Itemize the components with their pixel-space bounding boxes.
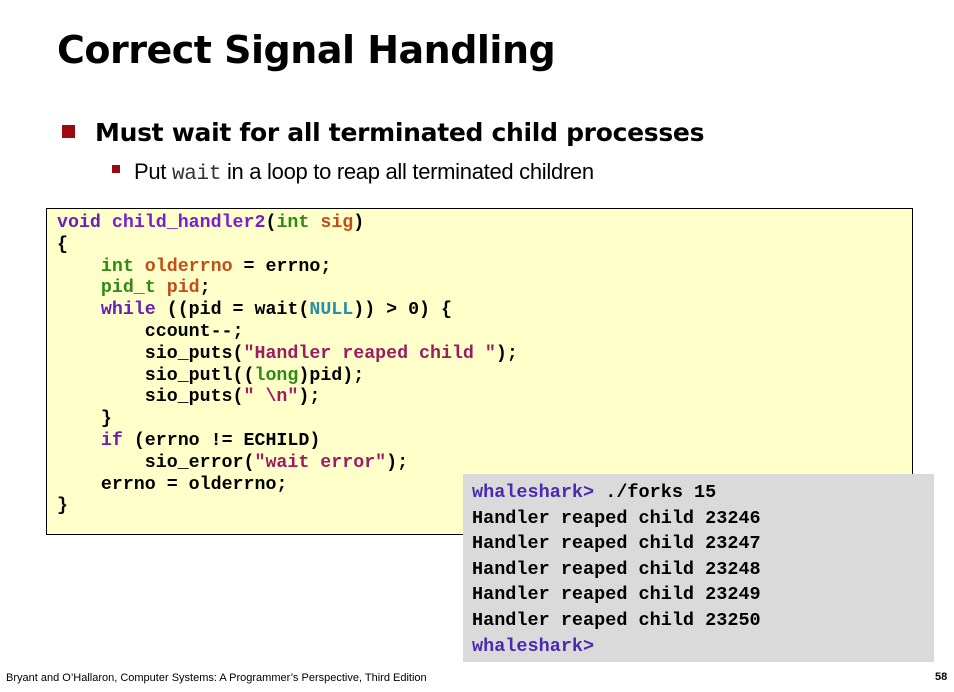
terminal-line: Handler reaped child 23248 <box>472 558 761 580</box>
terminal-line: Handler reaped child 23246 <box>472 507 761 529</box>
terminal-command: ./forks 15 <box>594 482 717 503</box>
terminal-line: Handler reaped child 23250 <box>472 609 761 631</box>
code-token: ; <box>199 278 211 299</box>
terminal-line: Handler reaped child 23247 <box>472 533 761 555</box>
terminal-output: whaleshark> ./forks 15 Handler reaped ch… <box>463 474 934 662</box>
code-token: sio_puts( <box>144 387 244 408</box>
code-token: pid_t <box>100 278 156 299</box>
code-token: int <box>100 256 134 277</box>
code-listing: void child_handler2(int sig) { int older… <box>57 213 518 518</box>
code-token: "wait error" <box>254 452 387 473</box>
terminal-prompt: whaleshark> <box>472 635 595 657</box>
square-bullet-icon <box>112 165 120 174</box>
code-token: NULL <box>309 300 354 321</box>
code-token: " \n" <box>243 387 299 408</box>
code-token: sio_putl(( <box>144 365 255 386</box>
code-token: if <box>100 430 123 451</box>
code-token: sig <box>320 213 354 233</box>
slide-title: Correct Signal Handling <box>57 28 556 72</box>
code-token: (errno != ECHILD) <box>122 430 321 451</box>
code-token: ((pid = wait( <box>155 300 310 321</box>
code-token: olderrno <box>144 256 233 277</box>
code-token: sio_puts( <box>144 343 244 364</box>
code-token: sio_error( <box>144 452 255 473</box>
code-token: ); <box>298 387 321 408</box>
code-line: } <box>57 496 68 517</box>
code-token: ( <box>265 213 277 233</box>
page-number: 58 <box>935 671 948 683</box>
code-token: ); <box>386 452 409 473</box>
code-token: int <box>276 213 310 233</box>
bullet-level2-post: in a loop to reap all terminated childre… <box>221 159 594 184</box>
code-token: child_handler2 <box>111 213 266 233</box>
code-token: ); <box>495 343 518 364</box>
bullet-level2-pre: Put <box>134 159 172 184</box>
code-line: ccount--; <box>144 321 244 342</box>
bullet-level1-text: Must wait for all terminated child proce… <box>95 118 705 147</box>
square-bullet-icon <box>62 124 75 138</box>
bullet-level2-code: wait <box>171 163 222 186</box>
code-line: errno = olderrno; <box>100 474 288 495</box>
code-token: void <box>57 213 101 233</box>
code-token: )pid); <box>298 365 365 386</box>
code-token: = errno; <box>232 256 332 277</box>
footer-credit: Bryant and O’Hallaron, Computer Systems:… <box>6 672 427 684</box>
code-token: ) <box>353 213 365 233</box>
code-token: long <box>254 365 299 386</box>
code-token: while <box>100 300 156 321</box>
code-line: } <box>100 409 112 430</box>
terminal-text: whaleshark> ./forks 15 Handler reaped ch… <box>472 480 761 659</box>
code-token: pid <box>166 278 200 299</box>
terminal-prompt: whaleshark> <box>472 482 595 503</box>
code-token: )) > 0) { <box>353 300 452 321</box>
code-line: { <box>57 234 68 255</box>
bullet-level2: Put wait in a loop to reap all terminate… <box>112 159 594 186</box>
terminal-line: Handler reaped child 23249 <box>472 584 761 606</box>
bullet-level1: Must wait for all terminated child proce… <box>62 118 704 147</box>
code-token: "Handler reaped child " <box>243 343 496 364</box>
